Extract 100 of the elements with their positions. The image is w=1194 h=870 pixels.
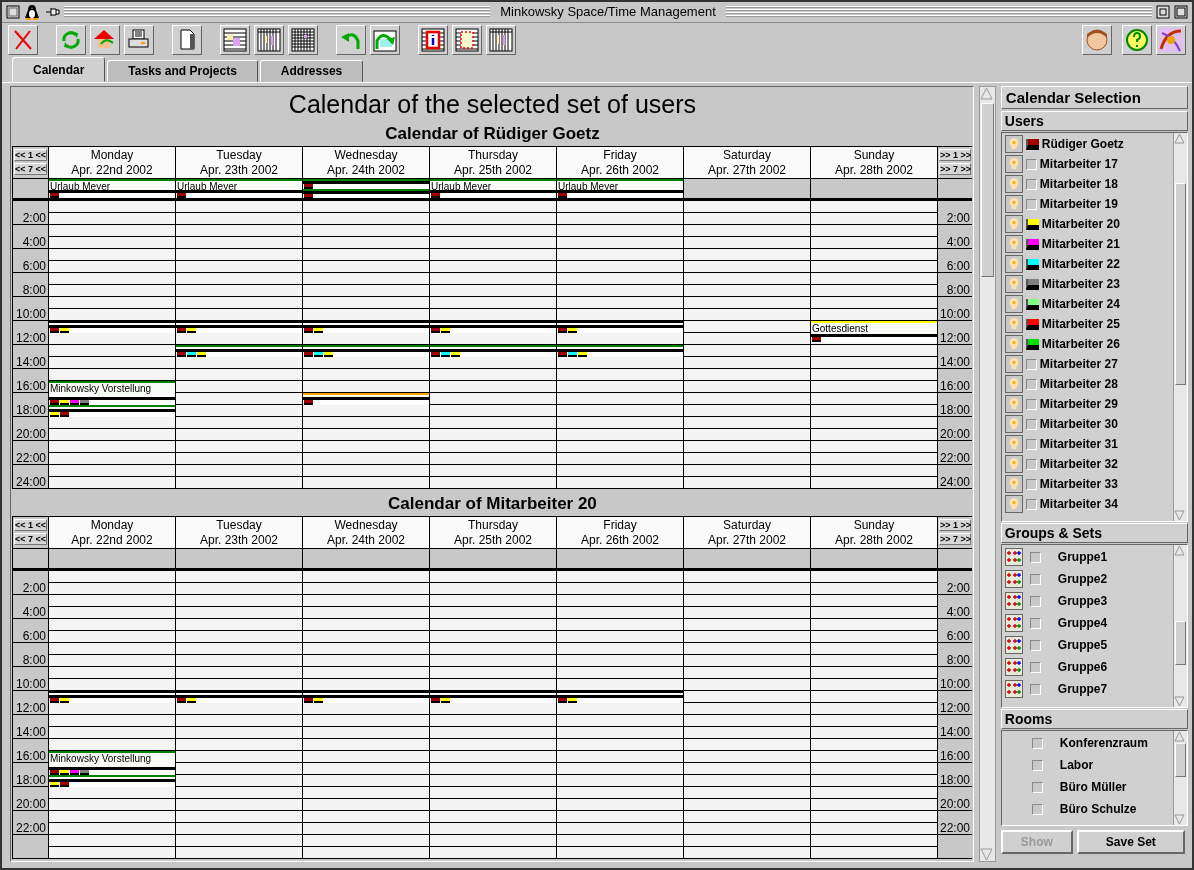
toolbar-button[interactable] bbox=[1156, 24, 1186, 55]
toolbar-button[interactable] bbox=[418, 24, 448, 55]
color-swatch[interactable] bbox=[1025, 338, 1039, 350]
toolbar-button[interactable] bbox=[90, 24, 120, 55]
checkbox[interactable] bbox=[1025, 458, 1037, 470]
color-swatch[interactable] bbox=[1025, 138, 1039, 150]
toolbar-button[interactable] bbox=[220, 24, 250, 55]
previous-week-button[interactable]: << 1 << bbox=[14, 519, 47, 531]
list-item-label[interactable]: Mitarbeiter 24 bbox=[1041, 297, 1120, 311]
scrollbar-thumb[interactable] bbox=[1175, 621, 1186, 665]
list-item-label[interactable]: Gruppe6 bbox=[1057, 660, 1108, 674]
checkbox[interactable] bbox=[1029, 639, 1041, 651]
checkbox[interactable] bbox=[1029, 595, 1041, 607]
list-item-label[interactable]: Mitarbeiter 19 bbox=[1039, 197, 1118, 211]
panel-button[interactable]: Save Set bbox=[1076, 830, 1185, 854]
list-item-label[interactable]: Mitarbeiter 20 bbox=[1041, 217, 1120, 231]
bulb-icon[interactable] bbox=[1004, 155, 1023, 173]
next-week-button[interactable]: >> 7 >> bbox=[939, 533, 971, 545]
calendar-event[interactable]: Minkowsky Vorstellung bbox=[49, 381, 175, 405]
toolbar-button[interactable] bbox=[288, 24, 318, 55]
list-item-label[interactable]: Mitarbeiter 28 bbox=[1039, 377, 1118, 391]
list-item-label[interactable]: Mitarbeiter 17 bbox=[1039, 157, 1118, 171]
list-item-label[interactable]: Mitarbeiter 18 bbox=[1039, 177, 1118, 191]
checkbox[interactable] bbox=[1025, 478, 1037, 490]
list-item-label[interactable]: Mitarbeiter 27 bbox=[1039, 357, 1118, 371]
group-icon[interactable] bbox=[1004, 680, 1023, 698]
toolbar-button[interactable] bbox=[452, 24, 482, 55]
title-bar-grip[interactable] bbox=[725, 5, 1152, 18]
color-swatch[interactable] bbox=[1025, 238, 1039, 250]
group-icon[interactable] bbox=[1004, 592, 1023, 610]
scrollbar[interactable] bbox=[1173, 545, 1187, 707]
checkbox[interactable] bbox=[1025, 418, 1037, 430]
list-item-label[interactable]: Gruppe1 bbox=[1057, 550, 1108, 564]
bulb-icon[interactable] bbox=[1004, 415, 1023, 433]
list-item-label[interactable]: Mitarbeiter 29 bbox=[1039, 397, 1118, 411]
minimize-icon[interactable] bbox=[1156, 4, 1170, 19]
checkbox[interactable] bbox=[1025, 378, 1037, 390]
bulb-icon[interactable] bbox=[1004, 495, 1023, 513]
list-item-label[interactable]: Büro Müller bbox=[1059, 780, 1127, 794]
calendar-event[interactable]: Urlaub Meyer bbox=[49, 179, 175, 198]
bulb-icon[interactable] bbox=[1004, 315, 1023, 333]
calendar-event[interactable]: Urlaub Meyer bbox=[176, 179, 302, 198]
checkbox[interactable] bbox=[1025, 438, 1037, 450]
maximize-icon[interactable] bbox=[1174, 4, 1188, 19]
list-item-label[interactable]: Mitarbeiter 34 bbox=[1039, 497, 1118, 511]
calendar-event[interactable]: Urlaub Meyer bbox=[557, 179, 683, 198]
calendar-event[interactable] bbox=[557, 321, 683, 333]
list-item-label[interactable]: Mitarbeiter 21 bbox=[1041, 237, 1120, 251]
calendar-event[interactable] bbox=[557, 691, 683, 703]
checkbox[interactable] bbox=[1025, 358, 1037, 370]
calendar-event[interactable] bbox=[49, 321, 175, 333]
checkbox[interactable] bbox=[1025, 398, 1037, 410]
bulb-icon[interactable] bbox=[1004, 375, 1023, 393]
calendar-event[interactable] bbox=[303, 393, 429, 405]
list-item-label[interactable]: Rüdiger Goetz bbox=[1041, 137, 1124, 151]
list-item-label[interactable]: Mitarbeiter 26 bbox=[1041, 337, 1120, 351]
toolbar-button[interactable] bbox=[56, 24, 86, 55]
bulb-icon[interactable] bbox=[1004, 355, 1023, 373]
toolbar-button[interactable] bbox=[336, 24, 366, 55]
bulb-icon[interactable] bbox=[1004, 175, 1023, 193]
checkbox[interactable] bbox=[1031, 781, 1043, 793]
previous-week-button[interactable]: << 1 << bbox=[14, 149, 47, 161]
bulb-icon[interactable] bbox=[1004, 195, 1023, 213]
checkbox[interactable] bbox=[1029, 551, 1041, 563]
list-item-label[interactable]: Mitarbeiter 32 bbox=[1039, 457, 1118, 471]
toolbar-button[interactable] bbox=[370, 24, 400, 55]
next-week-button[interactable]: >> 1 >> bbox=[939, 519, 971, 531]
color-swatch[interactable] bbox=[1025, 318, 1039, 330]
penguin-icon[interactable] bbox=[24, 3, 40, 20]
calendar-event[interactable] bbox=[176, 345, 302, 357]
group-icon[interactable] bbox=[1004, 570, 1023, 588]
toolbar-button[interactable] bbox=[486, 24, 516, 55]
scrollbar-thumb[interactable] bbox=[1175, 743, 1186, 777]
bulb-icon[interactable] bbox=[1004, 215, 1023, 233]
group-icon[interactable] bbox=[1004, 658, 1023, 676]
toolbar-button[interactable] bbox=[254, 24, 284, 55]
color-swatch[interactable] bbox=[1025, 218, 1039, 230]
calendar-event[interactable]: Gottesdienst bbox=[811, 321, 937, 342]
bulb-icon[interactable] bbox=[1004, 475, 1023, 493]
toolbar-button[interactable] bbox=[172, 24, 202, 55]
toolbar-button[interactable] bbox=[124, 24, 154, 55]
list-item-label[interactable]: Mitarbeiter 22 bbox=[1041, 257, 1120, 271]
calendar-event[interactable] bbox=[430, 345, 556, 357]
list-item-label[interactable]: Labor bbox=[1059, 758, 1094, 772]
checkbox[interactable] bbox=[1031, 803, 1043, 815]
calendar-event[interactable] bbox=[49, 405, 175, 417]
scrollbar[interactable] bbox=[1173, 731, 1187, 825]
checkbox[interactable] bbox=[1031, 737, 1043, 749]
group-icon[interactable] bbox=[1004, 614, 1023, 632]
checkbox[interactable] bbox=[1031, 759, 1043, 771]
scrollbar[interactable] bbox=[1173, 133, 1187, 521]
list-item-label[interactable]: Mitarbeiter 33 bbox=[1039, 477, 1118, 491]
bulb-icon[interactable] bbox=[1004, 335, 1023, 353]
checkbox[interactable] bbox=[1029, 573, 1041, 585]
checkbox[interactable] bbox=[1025, 178, 1037, 190]
previous-week-button[interactable]: << 7 << bbox=[14, 533, 47, 545]
calendar-event[interactable]: Minkowsky Vorstellung bbox=[49, 751, 175, 775]
color-swatch[interactable] bbox=[1025, 298, 1039, 310]
down-arrow-icon[interactable] bbox=[979, 848, 993, 861]
checkbox[interactable] bbox=[1029, 617, 1041, 629]
